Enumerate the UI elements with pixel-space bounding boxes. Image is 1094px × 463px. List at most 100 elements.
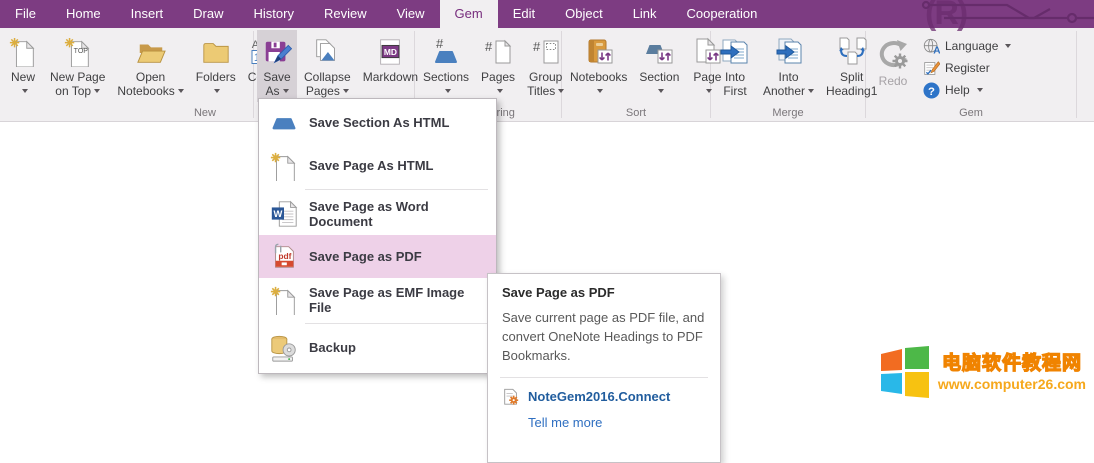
tab-link[interactable]: Link: [618, 0, 672, 28]
markdown-icon: MD: [375, 34, 405, 70]
button-label: New: [11, 70, 35, 84]
chevron-down-icon: [343, 89, 349, 93]
save-as-icon: [262, 34, 292, 70]
tab-gem[interactable]: Gem: [440, 0, 498, 28]
merge-into-first-button[interactable]: Into First: [714, 30, 756, 102]
collapse-pages-button[interactable]: Collapse Pages: [299, 30, 356, 102]
watermark-title: 电脑软件教程网: [942, 353, 1082, 376]
collapse-pages-icon: [312, 34, 342, 70]
svg-text:W: W: [273, 208, 282, 218]
chevron-down-icon: [1005, 44, 1011, 48]
new-page-icon: [267, 151, 300, 181]
new-page-top-icon: TOP: [63, 34, 93, 70]
menu-separator: [305, 323, 488, 324]
merge-into-another-icon: [773, 34, 805, 70]
svg-text:pdf: pdf: [278, 250, 291, 260]
help-button[interactable]: ? Help: [918, 79, 1016, 101]
tooltip-description: Save current page as PDF file, and conve…: [502, 309, 706, 366]
svg-text:#: #: [485, 39, 493, 54]
save-as-menu: Save Section As HTML Save Page As HTML W: [258, 98, 497, 374]
register-button[interactable]: Register: [918, 57, 1016, 79]
gem-small-buttons: A Language Register ? Help: [918, 30, 1016, 101]
new-button[interactable]: New: [3, 30, 43, 102]
tooltip-divider: [500, 377, 708, 378]
new-page-icon: [8, 34, 38, 70]
tab-home[interactable]: Home: [51, 0, 116, 28]
menu-item-save-page-as-word[interactable]: W Save Page as Word Document: [259, 192, 496, 235]
menu-item-save-page-as-emf[interactable]: Save Page as EMF Image File: [259, 278, 496, 321]
tab-draw[interactable]: Draw: [178, 0, 238, 28]
tab-history[interactable]: History: [239, 0, 309, 28]
split-heading-icon: [836, 34, 868, 70]
sort-section-icon: [643, 34, 675, 70]
markdown-button[interactable]: MD Markdown: [358, 30, 423, 102]
merge-into-another-button[interactable]: Into Another: [758, 30, 819, 102]
chevron-down-icon: [597, 89, 603, 93]
tab-insert[interactable]: Insert: [116, 0, 179, 28]
circuit-decoration-icon: [904, 0, 1094, 28]
new-page-on-top-button[interactable]: TOP New Page on Top: [45, 30, 110, 102]
section-tab-icon: [267, 108, 300, 138]
chevron-down-icon: [445, 89, 451, 93]
tab-object[interactable]: Object: [550, 0, 618, 28]
new-page-icon: [267, 285, 300, 315]
open-notebooks-button[interactable]: Open Notebooks: [112, 30, 188, 102]
chevron-down-icon: [977, 88, 983, 92]
chevron-down-icon: [214, 89, 220, 93]
tooltip-save-page-as-pdf: Save Page as PDF Save current page as PD…: [487, 273, 721, 463]
svg-text:MD: MD: [384, 47, 397, 57]
svg-text:TOP: TOP: [73, 48, 88, 55]
chevron-down-icon: [283, 89, 289, 93]
ribbon-group-new: New TOP New Page on Top: [0, 28, 253, 121]
group-label-merge: Merge: [711, 107, 865, 119]
pages-numbering-button[interactable]: # Pages: [476, 30, 520, 102]
tab-file[interactable]: File: [0, 0, 51, 28]
language-globe-icon: A: [923, 38, 940, 55]
tab-cooperation[interactable]: Cooperation: [672, 0, 773, 28]
pdf-file-icon: pdf: [267, 242, 300, 272]
group-label-gem: Gem: [866, 107, 1076, 119]
group-label-sort: Sort: [562, 107, 710, 119]
chevron-down-icon: [808, 89, 814, 93]
menu-item-save-page-as-html[interactable]: Save Page As HTML: [259, 144, 496, 187]
group-titles-icon: #: [530, 34, 562, 70]
connect-gear-page-icon: [502, 388, 520, 406]
pages-number-icon: #: [482, 34, 514, 70]
tab-edit[interactable]: Edit: [498, 0, 550, 28]
group-separator: [1076, 31, 1077, 118]
chevron-down-icon: [94, 89, 100, 93]
tell-me-more-link[interactable]: Tell me more: [528, 415, 706, 430]
help-icon: ?: [923, 82, 940, 99]
menu-item-save-section-as-html[interactable]: Save Section As HTML: [259, 101, 496, 144]
menu-item-save-page-as-pdf[interactable]: pdf Save Page as PDF: [259, 235, 496, 278]
notegem-connect-link[interactable]: NoteGem2016.Connect: [502, 388, 706, 406]
merge-into-first-icon: [719, 34, 751, 70]
chevron-down-icon: [497, 89, 503, 93]
ribbon-group-merge: Into First Into Another: [711, 28, 865, 121]
language-button[interactable]: A Language: [918, 35, 1016, 57]
svg-text:#: #: [436, 36, 444, 51]
open-folder-icon: [135, 34, 167, 70]
svg-text:A: A: [933, 45, 940, 55]
tab-review[interactable]: Review: [309, 0, 382, 28]
ribbon-group-sort: Notebooks Section: [562, 28, 710, 121]
watermark-url: www.computer26.com: [938, 376, 1086, 393]
menu-separator: [305, 189, 488, 190]
ribbon: New TOP New Page on Top: [0, 28, 1094, 122]
redo-button[interactable]: Redo: [869, 30, 917, 102]
backup-icon: [267, 333, 300, 363]
menu-item-backup[interactable]: Backup: [259, 326, 496, 369]
chevron-down-icon: [658, 89, 664, 93]
site-watermark: 电脑软件教程网 www.computer26.com: [877, 345, 1086, 400]
register-icon: [923, 60, 940, 77]
chevron-down-icon: [178, 89, 184, 93]
folder-icon: [200, 34, 232, 70]
folders-button[interactable]: Folders: [191, 30, 241, 102]
sort-section-button[interactable]: Section: [634, 30, 684, 102]
sort-notebooks-button[interactable]: Notebooks: [565, 30, 632, 102]
sections-numbering-button[interactable]: # Sections: [418, 30, 474, 102]
tab-view[interactable]: View: [382, 0, 440, 28]
save-as-button[interactable]: Save As: [257, 30, 297, 102]
sections-number-icon: #: [430, 34, 462, 70]
group-label-new: New: [150, 107, 260, 119]
